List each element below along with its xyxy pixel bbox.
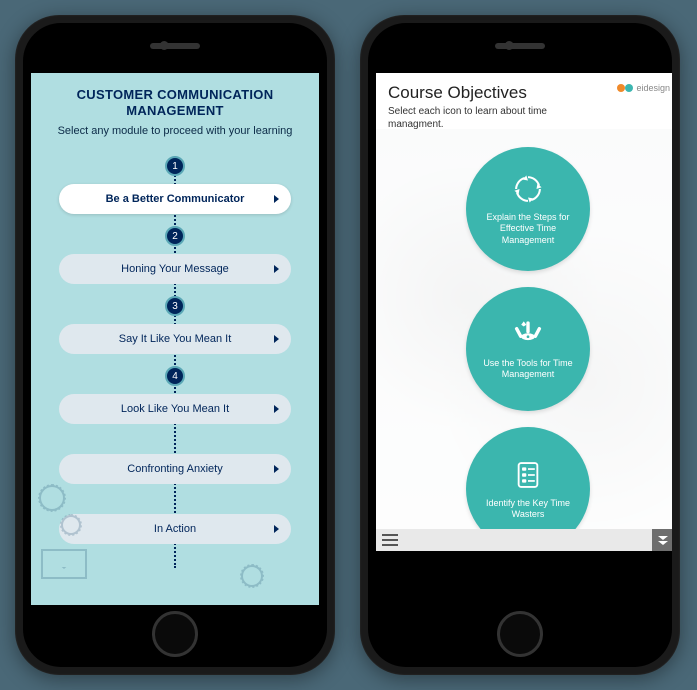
phone-home-button[interactable]	[152, 611, 198, 657]
envelope-icon	[41, 549, 87, 579]
gear-icon	[241, 565, 263, 587]
menu-button[interactable]	[382, 534, 398, 546]
module-label: Say It Like You Mean It	[119, 333, 232, 345]
objective-label: Explain the Steps for Effective Time Man…	[478, 212, 578, 246]
gear-icon	[39, 485, 65, 511]
hamburger-icon	[382, 544, 398, 546]
gear-icon	[61, 515, 81, 535]
step-badge-4: 4	[165, 366, 185, 386]
objectives-header: Course Objectives Select each icon to le…	[376, 73, 672, 131]
phone-mockup-right: Course Objectives Select each icon to le…	[360, 15, 680, 675]
objectives-subtitle: Select each icon to learn about time man…	[388, 106, 568, 131]
play-arrow-icon	[274, 405, 279, 413]
play-arrow-icon	[274, 335, 279, 343]
phone-speaker-icon	[495, 43, 545, 49]
screen-right: Course Objectives Select each icon to le…	[376, 73, 672, 551]
chevron-down-icon	[658, 536, 668, 540]
module-look-like-you-mean-it[interactable]: Look Like You Mean It	[59, 394, 291, 424]
brand-dot-icon	[617, 84, 625, 92]
checklist-icon	[511, 458, 545, 492]
chevron-down-icon	[658, 541, 668, 545]
objective-explain-steps[interactable]: Explain the Steps for Effective Time Man…	[466, 147, 590, 271]
brand-logo: eidesign	[617, 83, 670, 93]
objective-use-tools[interactable]: Use the Tools for Time Management	[466, 287, 590, 411]
course-title: CUSTOMER COMMUNICATION MANAGEMENT	[49, 87, 301, 118]
hamburger-icon	[382, 539, 398, 541]
background-decoration	[31, 425, 319, 605]
course-subtitle: Select any module to proceed with your l…	[49, 124, 301, 138]
module-be-a-better-communicator[interactable]: Be a Better Communicator	[59, 184, 291, 214]
phone-home-button[interactable]	[497, 611, 543, 657]
step-badge-2: 2	[165, 226, 185, 246]
module-label: Look Like You Mean It	[121, 403, 229, 415]
brand-text: eidesign	[636, 83, 670, 93]
phone-bezel: Course Objectives Select each icon to le…	[368, 23, 672, 667]
tools-icon	[511, 318, 545, 352]
objective-label: Use the Tools for Time Management	[478, 358, 578, 381]
module-label: Honing Your Message	[121, 263, 229, 275]
module-say-it-like-you-mean-it[interactable]: Say It Like You Mean It	[59, 324, 291, 354]
play-arrow-icon	[274, 265, 279, 273]
module-honing-your-message[interactable]: Honing Your Message	[59, 254, 291, 284]
objective-label: Identify the Key Time Wasters	[478, 498, 578, 521]
course-header: CUSTOMER COMMUNICATION MANAGEMENT Select…	[31, 73, 319, 144]
bottom-toolbar	[376, 529, 672, 551]
step-badge-3: 3	[165, 296, 185, 316]
phone-mockup-left: CUSTOMER COMMUNICATION MANAGEMENT Select…	[15, 15, 335, 675]
cycle-icon	[511, 172, 545, 206]
objectives-list: Explain the Steps for Effective Time Man…	[376, 131, 672, 551]
step-badge-1: 1	[165, 156, 185, 176]
brand-dot-icon	[625, 84, 633, 92]
hamburger-icon	[382, 534, 398, 536]
screen-left: CUSTOMER COMMUNICATION MANAGEMENT Select…	[31, 73, 319, 605]
module-label: Be a Better Communicator	[106, 193, 245, 205]
phone-speaker-icon	[150, 43, 200, 49]
scroll-down-button[interactable]	[652, 529, 672, 551]
phone-bezel: CUSTOMER COMMUNICATION MANAGEMENT Select…	[23, 23, 327, 667]
play-arrow-icon	[274, 195, 279, 203]
